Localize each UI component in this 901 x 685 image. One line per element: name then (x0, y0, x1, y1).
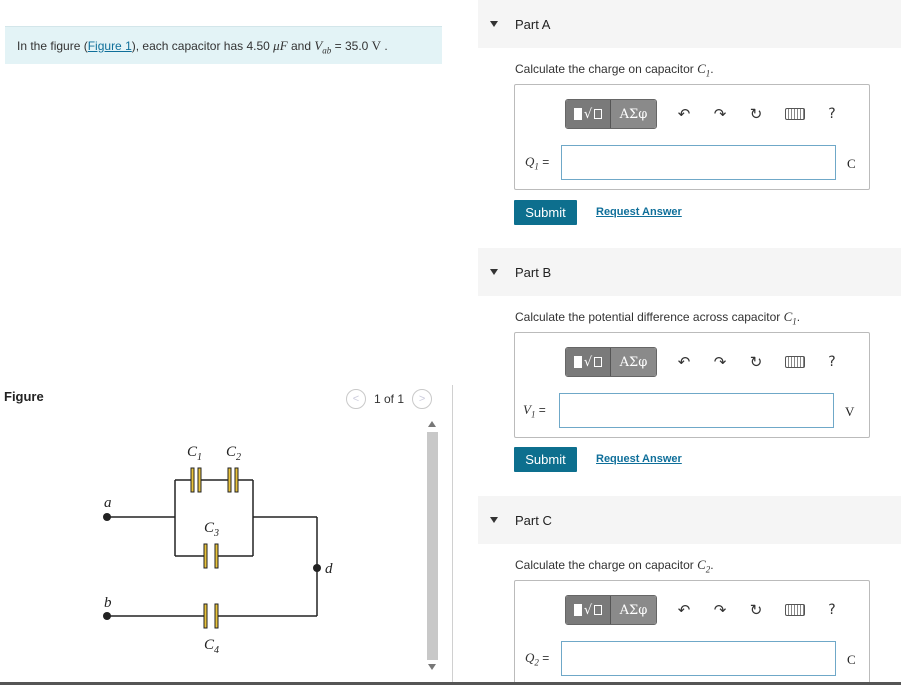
symbols-button[interactable]: ΑΣφ (610, 100, 656, 128)
part-c-variable: Q2 = (525, 649, 550, 668)
help-icon[interactable]: ? (823, 354, 841, 370)
pager-count: 1 of 1 (374, 392, 405, 406)
redo-icon[interactable]: ↷ (711, 105, 729, 123)
symbols-button[interactable]: ΑΣφ (610, 596, 656, 624)
collapse-triangle-icon (490, 21, 498, 27)
next-figure-button[interactable]: > (412, 389, 433, 409)
scroll-down-icon[interactable] (428, 664, 436, 670)
part-b-answer-input[interactable] (559, 393, 834, 428)
part-b-toolbar: √ ΑΣφ ↶ ↷ ↻ ? (565, 347, 841, 377)
label-c2: C2 (226, 444, 241, 463)
part-a-variable: Q1 = (525, 153, 550, 172)
problem-text-prefix: In the figure ( (17, 39, 88, 53)
circuit-diagram: C1 C2 C3 C4 a b d (103, 444, 333, 656)
scroll-thumb[interactable] (427, 432, 438, 660)
part-b-request-answer-link[interactable]: Request Answer (596, 453, 682, 465)
part-a-toolbar: √ ΑΣφ ↶ ↷ ↻ ? (565, 99, 841, 129)
part-a-header[interactable]: Part A (478, 0, 901, 48)
part-b-prompt: Calculate the potential difference acros… (515, 309, 801, 327)
problem-text-mid: ), each capacitor has 4.50 (131, 39, 274, 53)
figure-pager: < 1 of 1 > (346, 388, 433, 410)
collapse-triangle-icon (490, 269, 498, 275)
part-b-answer-box: √ ΑΣφ ↶ ↷ ↻ ? V1 = V (514, 332, 870, 438)
part-b-submit-button[interactable]: Submit (514, 447, 577, 472)
figure-scrollbar[interactable] (425, 418, 440, 673)
keyboard-icon[interactable] (785, 108, 805, 120)
help-icon[interactable]: ? (823, 106, 841, 122)
part-c-header[interactable]: Part C (478, 496, 901, 544)
prev-figure-button[interactable]: < (346, 389, 366, 409)
part-b-header[interactable]: Part B (478, 248, 901, 296)
templates-button[interactable]: √ (566, 596, 610, 624)
collapse-triangle-icon (490, 517, 498, 523)
part-c-title: Part C (515, 512, 552, 528)
part-b-unit: V (845, 404, 855, 419)
voltage-unit: V (371, 38, 382, 53)
problem-statement: In the figure (Figure 1), each capacitor… (5, 26, 442, 64)
problem-text-end: . (381, 39, 388, 53)
part-c-answer-box: √ ΑΣφ ↶ ↷ ↻ ? Q2 = C (514, 580, 870, 684)
part-b-equation-row: V1 = (523, 393, 834, 428)
redo-icon[interactable]: ↷ (711, 601, 729, 619)
part-a-answer-box: √ ΑΣφ ↶ ↷ ↻ ? Q1 = C (514, 84, 870, 190)
sqrt-icon: √ (583, 354, 593, 370)
vab-symbol: Vab (314, 38, 332, 56)
reset-icon[interactable]: ↻ (747, 105, 765, 123)
problem-text-eq: = 35.0 (331, 39, 372, 53)
part-c-prompt: Calculate the charge on capacitor C2. (515, 557, 714, 575)
part-b-variable: V1 = (523, 401, 546, 420)
part-a-answer-input[interactable] (561, 145, 836, 180)
templates-button[interactable]: √ (566, 100, 610, 128)
part-a-prompt: Calculate the charge on capacitor C1. (515, 61, 714, 79)
part-a-title: Part A (515, 16, 551, 32)
undo-icon[interactable]: ↶ (675, 105, 693, 123)
keyboard-icon[interactable] (785, 356, 805, 368)
sqrt-icon: √ (583, 602, 593, 618)
keyboard-icon[interactable] (785, 604, 805, 616)
templates-button[interactable]: √ (566, 348, 610, 376)
label-c4: C4 (204, 637, 219, 656)
label-c3: C3 (204, 520, 219, 539)
figure-heading: Figure (4, 389, 44, 404)
circuit-figure: C1 C2 C3 C4 a b d (5, 418, 442, 683)
part-c-equation-row: Q2 = (525, 641, 836, 676)
label-a: a (104, 495, 112, 511)
panel-divider (452, 385, 453, 685)
label-b: b (104, 595, 112, 611)
part-c-toolbar: √ ΑΣφ ↶ ↷ ↻ ? (565, 595, 841, 625)
problem-text-and: and (287, 39, 315, 53)
reset-icon[interactable]: ↻ (747, 353, 765, 371)
sqrt-icon: √ (583, 106, 593, 122)
part-a-request-answer-link[interactable]: Request Answer (596, 206, 682, 218)
redo-icon[interactable]: ↷ (711, 353, 729, 371)
undo-icon[interactable]: ↶ (675, 601, 693, 619)
scroll-up-icon[interactable] (428, 421, 436, 427)
undo-icon[interactable]: ↶ (675, 353, 693, 371)
part-b-title: Part B (515, 264, 552, 280)
part-c-answer-input[interactable] (561, 641, 836, 676)
chevron-right-icon: > (418, 393, 426, 405)
label-c1: C1 (187, 444, 202, 463)
part-a-submit-button[interactable]: Submit (514, 200, 577, 225)
part-a-equation-row: Q1 = (525, 145, 836, 180)
part-a-unit: C (847, 156, 856, 171)
capacitance-unit: μF (273, 38, 288, 53)
help-icon[interactable]: ? (823, 602, 841, 618)
part-c-unit: C (847, 652, 856, 667)
figure-link[interactable]: Figure 1 (88, 39, 132, 53)
symbols-button[interactable]: ΑΣφ (610, 348, 656, 376)
chevron-left-icon: < (352, 393, 360, 405)
reset-icon[interactable]: ↻ (747, 601, 765, 619)
label-d: d (325, 561, 333, 577)
